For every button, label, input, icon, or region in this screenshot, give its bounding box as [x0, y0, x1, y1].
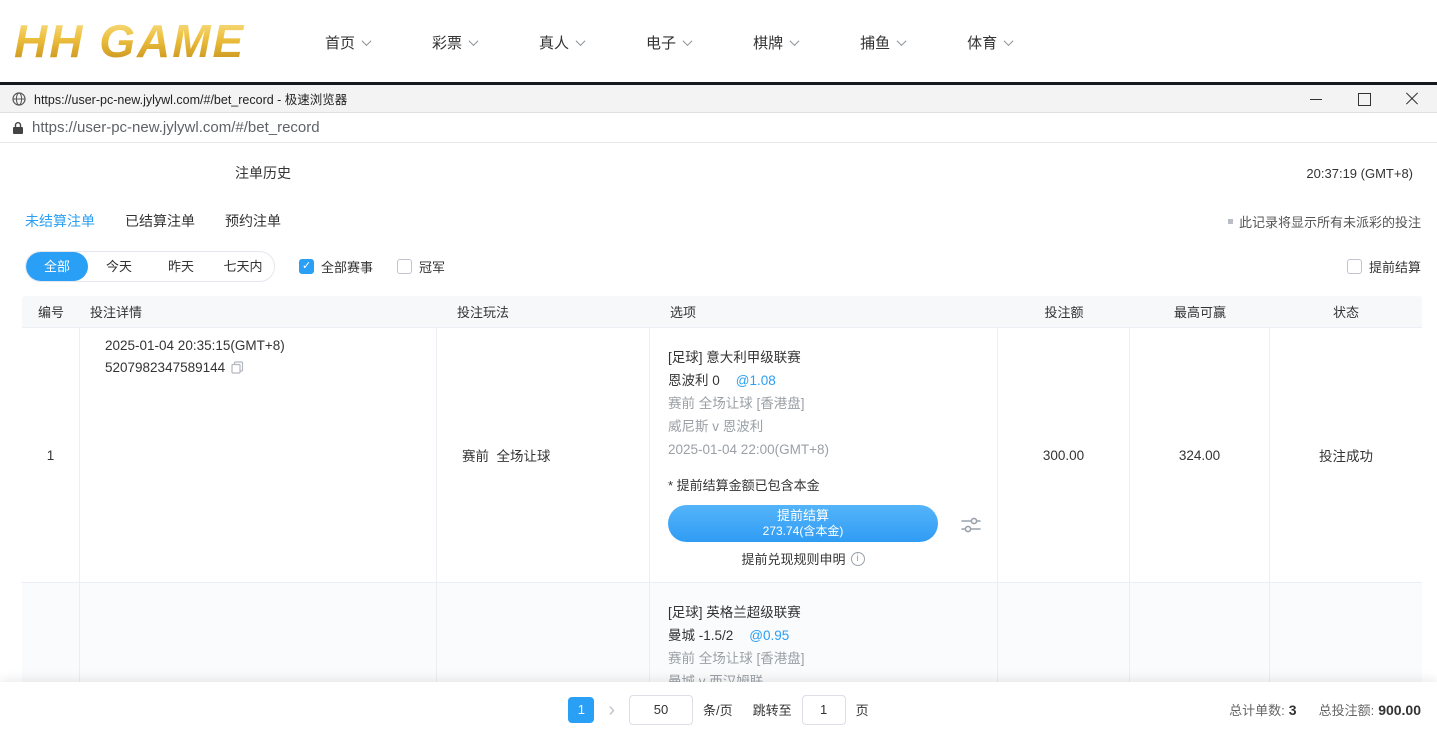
pill-all[interactable]: 全部 — [26, 252, 88, 281]
row-number: 1 — [22, 328, 80, 582]
chevron-down-icon — [683, 36, 693, 46]
bullet-icon — [1228, 219, 1233, 224]
market-name: 赛前 全场让球 [香港盘] — [668, 392, 805, 415]
col-header-status: 状态 — [1270, 302, 1422, 321]
tab-settled[interactable]: 已结算注单 — [125, 211, 195, 231]
nav-item-cards[interactable]: 棋牌 — [753, 32, 798, 53]
odds-value: @0.95 — [749, 624, 789, 647]
maximize-icon[interactable] — [1357, 92, 1371, 106]
site-header: HH GAME 首页 彩票 真人 电子 棋牌 捕鱼 体育 — [0, 0, 1437, 85]
bet-amount: 300.00 — [998, 328, 1130, 582]
date-range-pills: 全部 今天 昨天 七天内 — [25, 251, 275, 282]
window-controls — [1309, 92, 1425, 106]
nav-item-home[interactable]: 首页 — [325, 32, 370, 53]
cashout-rule-link[interactable]: 提前兑现规则申明 i — [741, 549, 864, 568]
col-header-playtype: 投注玩法 — [437, 302, 650, 321]
tab-reserved[interactable]: 预约注单 — [225, 211, 281, 231]
filter-row: 全部 今天 昨天 七天内 全部赛事 冠军 提前结算 — [0, 251, 1437, 282]
info-icon: i — [851, 552, 865, 566]
pill-7days[interactable]: 七天内 — [212, 252, 274, 281]
league-name: [足球] 意大利甲级联赛 — [668, 346, 801, 369]
tab-unsettled[interactable]: 未结算注单 — [25, 211, 95, 231]
close-icon[interactable] — [1405, 92, 1419, 106]
chevron-down-icon — [362, 36, 372, 46]
table-header-row: 编号 投注详情 投注玩法 选项 投注额 最高可赢 状态 — [22, 296, 1422, 328]
nav-item-slots[interactable]: 电子 — [646, 32, 691, 53]
page-title: 注单历史 — [235, 163, 291, 183]
pagination-bar: 1 › 条/页 跳转至 页 总计单数: 3 总投注额: 900.00 — [0, 682, 1437, 737]
total-amount-label: 总投注额: — [1319, 700, 1375, 719]
bet-record-table: 编号 投注详情 投注玩法 选项 投注额 最高可赢 状态 1 2025-01-04… — [22, 296, 1422, 737]
odds-value: @1.08 — [736, 369, 776, 392]
match-time: 2025-01-04 22:00(GMT+8) — [668, 438, 829, 461]
chevron-down-icon — [1004, 36, 1014, 46]
play-type-cell: 赛前 全场让球 — [437, 328, 650, 582]
checkbox-champion[interactable]: 冠军 — [397, 257, 445, 276]
copy-icon[interactable] — [231, 361, 244, 374]
checkbox-all-events[interactable]: 全部赛事 — [299, 257, 373, 276]
lock-icon — [12, 121, 24, 135]
record-tabs: 未结算注单 已结算注单 预约注单 此记录将显示所有未派彩的投注 — [0, 211, 1437, 231]
next-page-icon[interactable]: › — [604, 700, 619, 720]
bet-time: 2025-01-04 20:35:15(GMT+8) — [105, 338, 285, 353]
browser-title-bar: https://user-pc-new.jylywl.com/#/bet_rec… — [0, 85, 1437, 113]
cashout-slider-icon[interactable] — [960, 514, 982, 536]
chevron-down-icon — [576, 36, 586, 46]
browser-tab-title: https://user-pc-new.jylywl.com/#/bet_rec… — [34, 89, 347, 108]
col-header-amount: 投注额 — [998, 302, 1130, 321]
page-number-button[interactable]: 1 — [568, 697, 594, 723]
max-win: 324.00 — [1130, 328, 1270, 582]
nav-item-lottery[interactable]: 彩票 — [432, 32, 477, 53]
bet-status: 投注成功 — [1270, 328, 1422, 582]
globe-icon — [12, 92, 26, 106]
url-text: https://user-pc-new.jylywl.com/#/bet_rec… — [32, 119, 320, 136]
league-name: [足球] 英格兰超级联赛 — [668, 601, 801, 624]
nav-item-live[interactable]: 真人 — [539, 32, 584, 53]
main-nav: 首页 彩票 真人 电子 棋牌 捕鱼 体育 — [325, 0, 1012, 85]
chevron-down-icon — [897, 36, 907, 46]
page-unit-label: 页 — [856, 700, 869, 719]
address-bar[interactable]: https://user-pc-new.jylywl.com/#/bet_rec… — [0, 113, 1437, 143]
page-size-input[interactable] — [629, 695, 693, 725]
nav-item-sports[interactable]: 体育 — [967, 32, 1012, 53]
brand-logo: HH GAME — [14, 14, 245, 68]
minimize-icon[interactable] — [1309, 92, 1323, 106]
chevron-down-icon — [790, 36, 800, 46]
checkbox-unchecked-icon — [397, 259, 412, 274]
unsettled-notice: 此记录将显示所有未派彩的投注 — [1228, 212, 1421, 231]
jump-label: 跳转至 — [753, 700, 792, 719]
market-name: 赛前 全场让球 [香港盘] — [668, 647, 805, 670]
table-row: 1 2025-01-04 20:35:15(GMT+8) 52079823475… — [22, 328, 1422, 583]
current-time: 20:37:19 (GMT+8) — [1306, 166, 1413, 181]
bet-id: 5207982347589144 — [105, 360, 225, 375]
total-amount-value: 900.00 — [1378, 702, 1421, 718]
nav-item-fishing[interactable]: 捕鱼 — [860, 32, 905, 53]
match-name: 威尼斯 v 恩波利 — [668, 415, 763, 438]
cashout-note: * 提前结算金额已包含本金 — [668, 475, 820, 497]
col-header-detail: 投注详情 — [80, 302, 437, 321]
checkbox-unchecked-icon — [1347, 259, 1362, 274]
col-header-option: 选项 — [650, 302, 998, 321]
pick-name: 恩波利 0 — [668, 369, 720, 392]
total-count-label: 总计单数: — [1229, 700, 1285, 719]
option-cell: [足球] 意大利甲级联赛 恩波利 0 @1.08 赛前 全场让球 [香港盘] 威… — [650, 328, 998, 582]
bet-detail-cell: 2025-01-04 20:35:15(GMT+8) 5207982347589… — [80, 328, 437, 582]
pill-today[interactable]: 今天 — [88, 252, 150, 281]
chevron-down-icon — [469, 36, 479, 46]
total-count-value: 3 — [1289, 702, 1297, 718]
col-header-no: 编号 — [22, 302, 80, 321]
checkbox-early-settlement[interactable]: 提前结算 — [1347, 257, 1421, 276]
checkbox-checked-icon — [299, 259, 314, 274]
col-header-maxwin: 最高可赢 — [1130, 302, 1270, 321]
jump-page-input[interactable] — [802, 695, 846, 725]
pill-yesterday[interactable]: 昨天 — [150, 252, 212, 281]
pick-name: 曼城 -1.5/2 — [668, 624, 733, 647]
per-page-label: 条/页 — [703, 700, 733, 719]
cashout-button[interactable]: 提前结算 273.74(含本金) — [668, 505, 938, 542]
